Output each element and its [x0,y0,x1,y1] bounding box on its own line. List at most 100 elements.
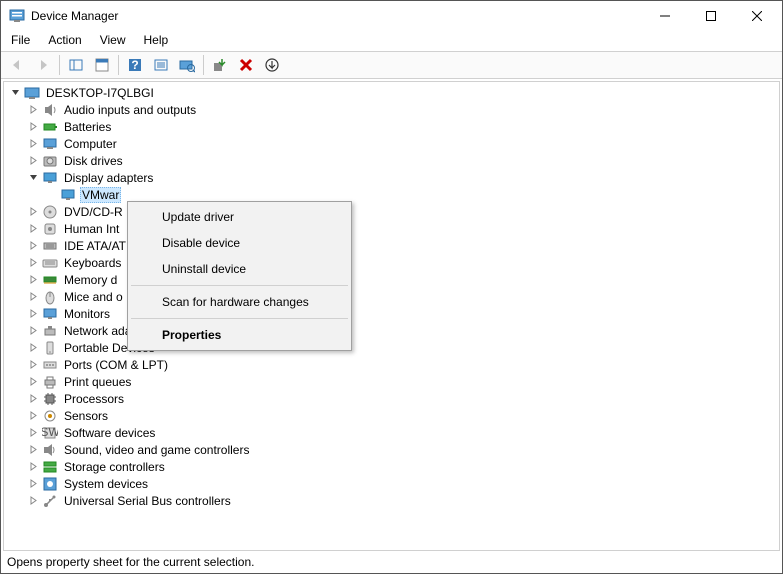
tree-item-label: Sound, video and game controllers [62,443,251,457]
device-tree[interactable]: DESKTOP-I7QLBGIAudio inputs and outputs B… [3,81,780,551]
minimize-button[interactable] [642,1,688,31]
action-toolbar-button[interactable] [149,53,173,77]
tree-category-mouse[interactable]: Mice and o [4,288,779,305]
expand-icon[interactable] [26,273,40,287]
expand-icon[interactable] [26,324,40,338]
tree-category-cpu[interactable]: Processors [4,390,779,407]
tree-category-print[interactable]: Print queues [4,373,779,390]
expand-icon[interactable] [26,341,40,355]
toolbar: ? [1,51,782,79]
mouse-icon [42,289,58,305]
ctx-update-driver[interactable]: Update driver [130,204,349,230]
app-icon [9,8,25,24]
tree-category-hid[interactable]: Human Int [4,220,779,237]
monitor-icon [42,306,58,322]
tree-category-sound[interactable]: Sound, video and game controllers [4,441,779,458]
menu-help[interactable]: Help [136,31,177,49]
ports-icon [42,357,58,373]
tree-category-keyboard[interactable]: Keyboards [4,254,779,271]
close-button[interactable] [734,1,780,31]
window-title: Device Manager [31,9,642,23]
expand-icon[interactable] [26,307,40,321]
tree-category-sensor[interactable]: Sensors [4,407,779,424]
expand-icon[interactable] [26,205,40,219]
toolbar-separator [59,55,60,75]
expand-icon[interactable] [26,137,40,151]
expand-icon[interactable] [26,239,40,253]
tree-category-disk[interactable]: Disk drives [4,152,779,169]
expand-icon[interactable] [26,358,40,372]
expand-icon[interactable] [26,460,40,474]
expand-icon[interactable] [26,392,40,406]
usb-icon [42,493,58,509]
tree-category-audio[interactable]: Audio inputs and outputs [4,101,779,118]
ctx-disable-device[interactable]: Disable device [130,230,349,256]
tree-item-label: System devices [62,477,150,491]
tree-device-display[interactable]: VMwar [4,186,779,203]
tree-item-label: Ports (COM & LPT) [62,358,170,372]
ctx-properties[interactable]: Properties [130,322,349,348]
ide-icon [42,238,58,254]
maximize-button[interactable] [688,1,734,31]
tree-category-battery[interactable]: Batteries [4,118,779,135]
tree-category-ide[interactable]: IDE ATA/AT [4,237,779,254]
update-driver-button[interactable] [208,53,232,77]
expand-icon[interactable] [26,375,40,389]
tree-category-display[interactable]: Display adapters [4,169,779,186]
tree-item-label: Universal Serial Bus controllers [62,494,233,508]
tree-category-system[interactable]: System devices [4,475,779,492]
show-hide-console-tree-button[interactable] [64,53,88,77]
disable-device-button[interactable] [260,53,284,77]
collapse-icon[interactable] [26,171,40,185]
tree-category-ports[interactable]: Ports (COM & LPT) [4,356,779,373]
hid-icon [42,221,58,237]
tree-category-portable[interactable]: Portable Devices [4,339,779,356]
expand-icon[interactable] [26,494,40,508]
expand-icon[interactable] [26,256,40,270]
expand-icon[interactable] [26,477,40,491]
tree-category-computer[interactable]: Computer [4,135,779,152]
computerRoot-icon [24,85,40,101]
storage-icon [42,459,58,475]
collapse-icon[interactable] [8,86,22,100]
help-button[interactable]: ? [123,53,147,77]
tree-item-label: Batteries [62,120,113,134]
svg-text:?: ? [131,58,138,72]
tree-item-label: Human Int [62,222,121,236]
menu-view[interactable]: View [92,31,134,49]
tree-category-storage[interactable]: Storage controllers [4,458,779,475]
ctx-uninstall-device[interactable]: Uninstall device [130,256,349,282]
tree-root[interactable]: DESKTOP-I7QLBGI [4,84,779,101]
ctx-scan-hardware[interactable]: Scan for hardware changes [130,289,349,315]
back-button[interactable] [5,53,29,77]
tree-category-memory[interactable]: Memory d [4,271,779,288]
tree-category-usb[interactable]: Universal Serial Bus controllers [4,492,779,509]
menu-file[interactable]: File [3,31,38,49]
expand-icon[interactable] [26,222,40,236]
expand-icon[interactable] [26,120,40,134]
keyboard-icon [42,255,58,271]
tree-item-label: Keyboards [62,256,123,270]
tree-category-dvd[interactable]: DVD/CD-R [4,203,779,220]
menu-action[interactable]: Action [40,31,89,49]
tree-category-software[interactable]: SWSoftware devices [4,424,779,441]
dvd-icon [42,204,58,220]
tree-category-monitor[interactable]: Monitors [4,305,779,322]
expand-icon[interactable] [26,290,40,304]
expand-icon[interactable] [26,426,40,440]
expand-icon[interactable] [26,103,40,117]
display-icon [60,187,76,203]
tree-item-label: DESKTOP-I7QLBGI [44,86,156,100]
properties-button[interactable] [90,53,114,77]
expand-icon[interactable] [26,409,40,423]
print-icon [42,374,58,390]
expand-icon[interactable] [26,443,40,457]
forward-button[interactable] [31,53,55,77]
expand-icon[interactable] [26,154,40,168]
ctx-separator [131,285,348,286]
toolbar-separator [203,55,204,75]
memory-icon [42,272,58,288]
uninstall-device-button[interactable] [234,53,258,77]
scan-hardware-button[interactable] [175,53,199,77]
tree-category-network[interactable]: Network adapters [4,322,779,339]
